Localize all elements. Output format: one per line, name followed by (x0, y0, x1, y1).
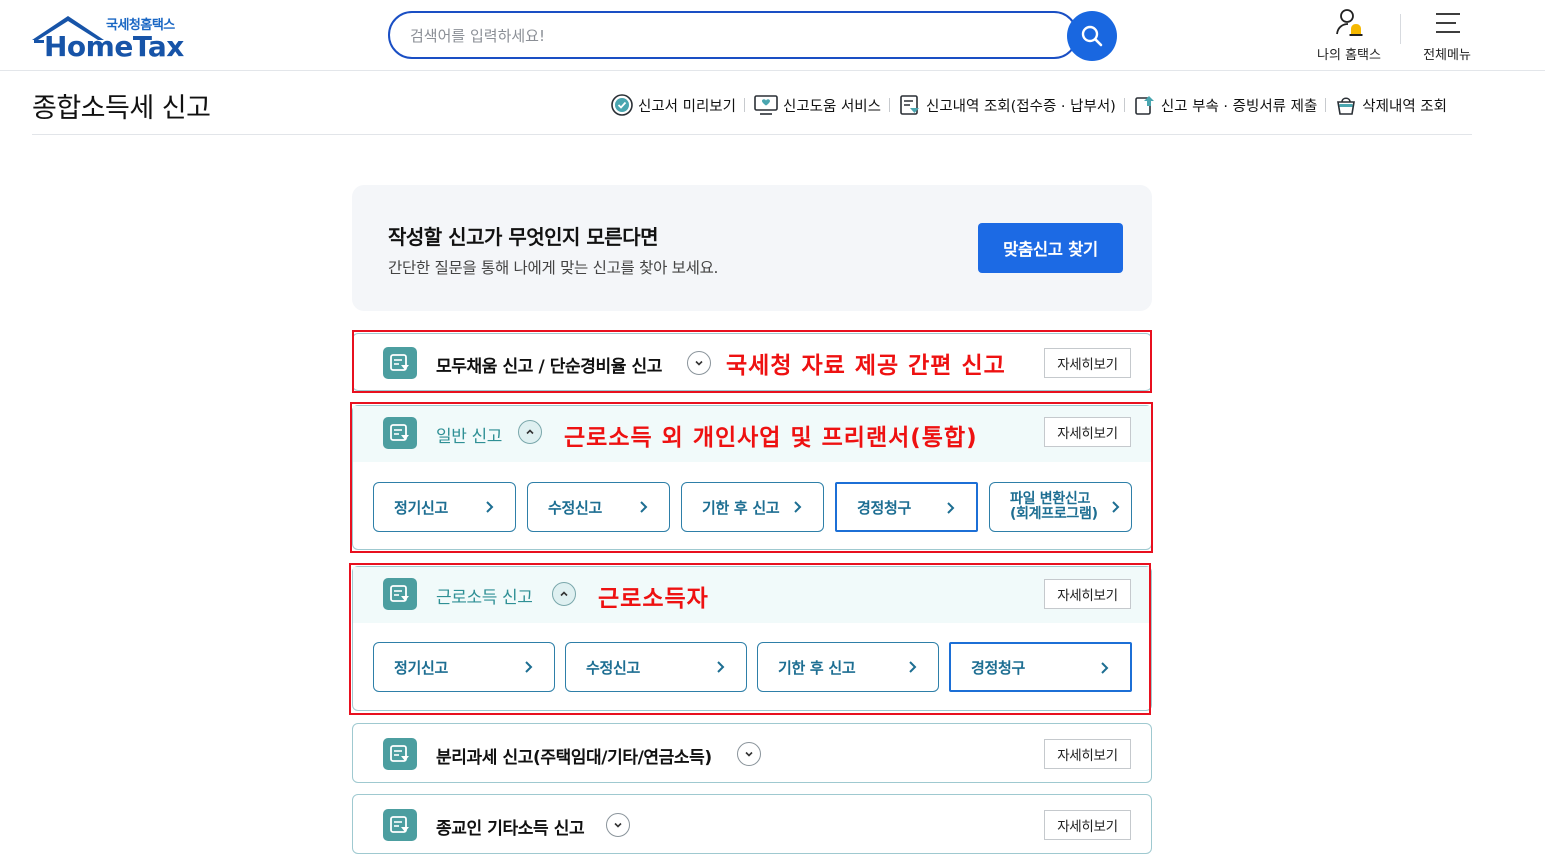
quicklink-deleted[interactable]: 삭제내역 조회 (1334, 93, 1447, 117)
quicklink-label: 삭제내역 조회 (1362, 98, 1447, 115)
card-header[interactable]: 종교인 기타소득 신고 자세히보기 (353, 795, 1151, 855)
report-document-icon (383, 738, 417, 770)
quicklink-separator (1325, 98, 1327, 112)
quicklink-label: 신고도움 서비스 (783, 98, 881, 115)
card-header[interactable]: 분리과세 신고(주택임대/기타/연금소득) 자세히보기 (353, 724, 1151, 784)
chevron-down-icon (745, 751, 753, 757)
quicklink-attachments[interactable]: 신고 부속 · 증빙서류 제출 (1133, 93, 1317, 117)
user-bell-icon (1336, 9, 1363, 36)
chevron-down-icon (614, 822, 622, 828)
quicklink-label: 신고 부속 · 증빙서류 제출 (1160, 98, 1318, 115)
annotation-label: 근로소득 외 개인사업 및 프리랜서(통합) (564, 425, 978, 451)
page-title: 종합소득세 신고 (32, 93, 211, 124)
header-divider (1400, 14, 1401, 44)
quicklink-help-service[interactable]: 신고도움 서비스 (753, 93, 881, 117)
all-menu-label: 전체메뉴 (1423, 48, 1471, 63)
guide-title: 작성할 신고가 무엇인지 모른다면 (388, 225, 659, 249)
search-input[interactable] (410, 25, 1050, 47)
my-hometax-label: 나의 홈택스 (1317, 48, 1381, 63)
top-header: 국세청홈택스 HomeTax 나의 홈택스 전체메뉴 (0, 0, 1545, 71)
detail-button[interactable]: 자세히보기 (1044, 810, 1131, 840)
quicklink-label: 신고내역 조회(접수증 · 납부서) (926, 98, 1116, 115)
card-title: 분리과세 신고(주택임대/기타/연금소득) (436, 748, 712, 768)
quicklink-history[interactable]: 신고내역 조회(접수증 · 납부서) (898, 93, 1116, 117)
quicklink-separator (744, 98, 745, 112)
find-custom-report-button[interactable]: 맞춤신고 찾기 (978, 223, 1123, 273)
annotation-box (349, 563, 1151, 715)
logo-english-text: HomeTax (44, 30, 184, 63)
check-circle-icon (611, 94, 633, 116)
card-religious-income-report: 종교인 기타소득 신고 자세히보기 (352, 794, 1152, 854)
document-search-icon (900, 95, 919, 115)
guide-subtitle: 간단한 질문을 통해 나에게 맞는 신고를 찾아 보세요. (388, 259, 719, 277)
annotation-label: 근로소득자 (598, 586, 709, 612)
quicklink-label: 신고서 미리보기 (638, 98, 736, 115)
document-upload-icon (1135, 96, 1154, 115)
annotation-label: 국세청 자료 제공 간편 신고 (726, 353, 1006, 379)
quicklink-separator (1123, 98, 1125, 112)
report-document-icon (383, 809, 417, 841)
hometax-logo[interactable]: 국세청홈택스 HomeTax (30, 10, 190, 63)
trash-basket-icon (1337, 97, 1356, 115)
all-menu-button[interactable]: 전체메뉴 (1402, 8, 1492, 64)
quicklinks-bar: 신고서 미리보기 신고도움 서비스 신고내역 조회(접수증 · 납부서) 신고 … (610, 92, 1447, 118)
custom-report-guide: 작성할 신고가 무엇인지 모른다면 간단한 질문을 통해 나에게 맞는 신고를 … (352, 185, 1152, 311)
search-button[interactable] (1067, 11, 1117, 61)
detail-button[interactable]: 자세히보기 (1044, 739, 1131, 769)
card-separate-taxation-report: 분리과세 신고(주택임대/기타/연금소득) 자세히보기 (352, 723, 1152, 783)
card-title: 종교인 기타소득 신고 (436, 819, 585, 839)
quicklink-separator (889, 98, 890, 112)
title-divider (32, 134, 1472, 135)
hamburger-menu-icon (1436, 13, 1460, 33)
search-box (388, 11, 1078, 59)
monitor-help-icon (754, 95, 778, 115)
quicklink-preview[interactable]: 신고서 미리보기 (610, 93, 736, 117)
expand-toggle[interactable] (606, 813, 630, 837)
expand-toggle[interactable] (737, 742, 761, 766)
search-icon (1081, 25, 1103, 47)
my-hometax-link[interactable]: 나의 홈택스 (1304, 8, 1394, 64)
